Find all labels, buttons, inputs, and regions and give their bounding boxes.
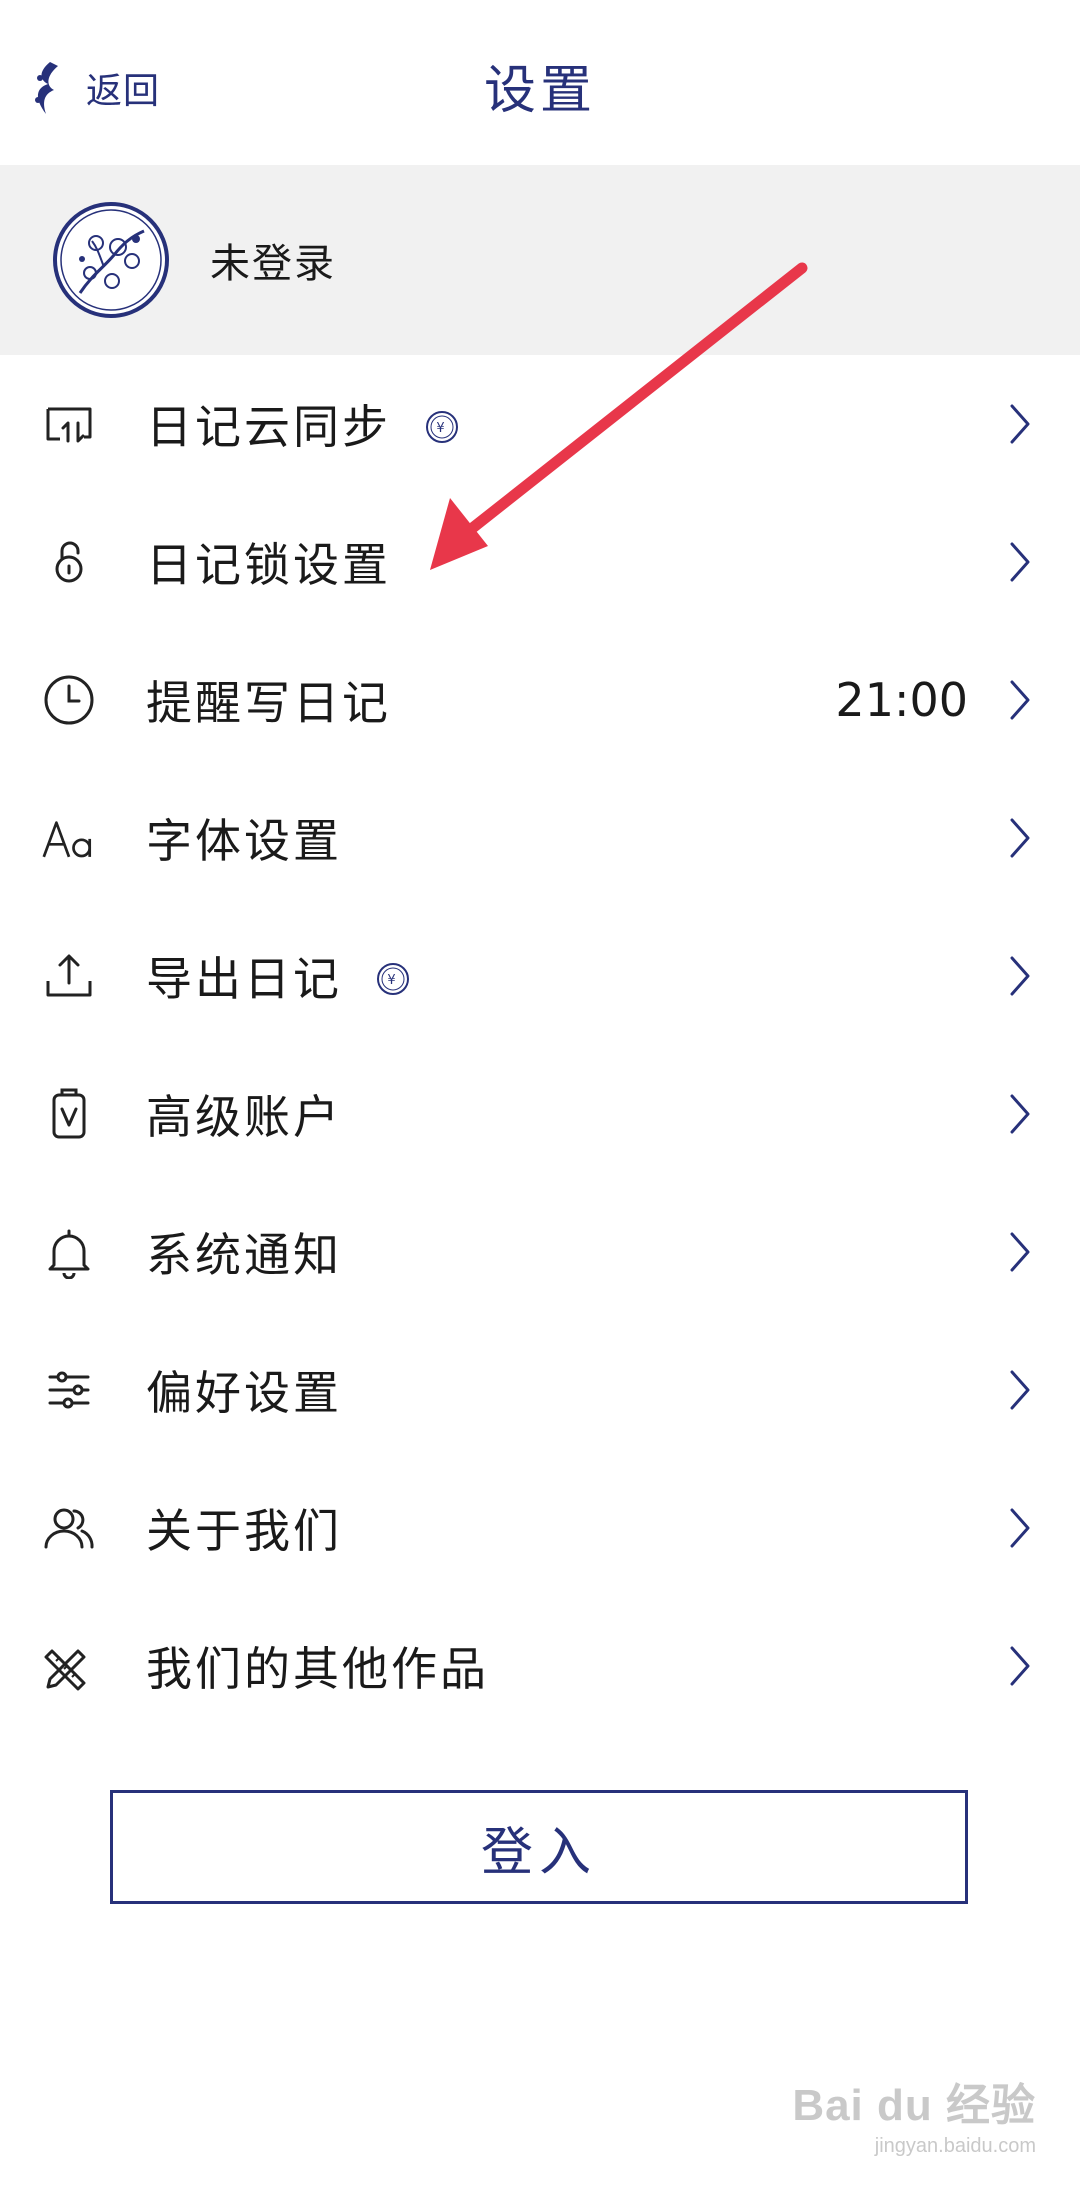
chevron-right-icon — [1010, 542, 1030, 582]
bell-icon — [42, 1225, 96, 1279]
account-status: 未登录 — [210, 241, 336, 287]
clock-icon — [42, 673, 96, 727]
avatar — [53, 202, 169, 318]
chevron-right-icon — [1010, 404, 1030, 444]
account-row[interactable]: 未登录 — [0, 165, 1080, 355]
export-icon — [42, 949, 96, 1003]
page-title: 设置 — [483, 61, 596, 121]
menu-item-preferences[interactable]: 偏好设置 — [0, 1321, 1080, 1459]
chevron-right-icon — [1010, 680, 1030, 720]
menu-item-cloud-sync[interactable]: 日记云同步 ¥ — [0, 355, 1080, 493]
watermark-url: jingyan.baidu.com — [874, 2135, 1036, 2157]
menu-item-reminder[interactable]: 提醒写日记 21:00 — [0, 631, 1080, 769]
watermark: Bai du 经验 jingyan.baidu.com — [792, 2069, 1036, 2158]
watermark-logo: Bai du 经验 — [792, 2081, 1036, 2130]
settings-list: 日记云同步 ¥ 日记锁设置 提醒写日记 21:00 字体设置 导出日记 ¥ 高级… — [0, 355, 1080, 1735]
pencil-ruler-icon — [42, 1639, 96, 1693]
menu-item-label: 提醒写日记 — [146, 676, 391, 730]
premium-symbol: ¥ — [387, 973, 398, 988]
premium-coin-icon: ¥ — [426, 410, 458, 443]
chevron-right-icon — [1010, 1508, 1030, 1548]
reminder-time: 21:00 — [835, 673, 968, 727]
premium-badge-icon — [42, 1087, 96, 1141]
lock-icon — [42, 535, 96, 589]
menu-item-label: 高级账户 — [146, 1090, 342, 1144]
chevron-right-icon — [1010, 1646, 1030, 1686]
font-icon — [42, 811, 96, 865]
menu-item-about[interactable]: 关于我们 — [0, 1459, 1080, 1597]
menu-item-notifications[interactable]: 系统通知 — [0, 1183, 1080, 1321]
menu-item-label: 关于我们 — [146, 1504, 342, 1558]
chevron-right-icon — [1010, 818, 1030, 858]
menu-item-label: 我们的其他作品 — [146, 1642, 489, 1696]
login-button[interactable]: 登入 — [110, 1790, 968, 1904]
menu-item-label: 字体设置 — [146, 814, 342, 868]
menu-item-premium-account[interactable]: 高级账户 — [0, 1045, 1080, 1183]
cloud-sync-icon — [42, 397, 96, 451]
menu-item-label: 日记锁设置 — [146, 538, 391, 592]
chevron-right-icon — [1010, 956, 1030, 996]
menu-item-label: 系统通知 — [146, 1228, 342, 1282]
menu-item-label: 偏好设置 — [146, 1366, 342, 1420]
sliders-icon — [42, 1363, 96, 1417]
chevron-right-icon — [1010, 1370, 1030, 1410]
premium-coin-icon: ¥ — [377, 962, 409, 995]
menu-item-diary-lock[interactable]: 日记锁设置 — [0, 493, 1080, 631]
people-icon — [42, 1501, 96, 1555]
menu-item-other-apps[interactable]: 我们的其他作品 — [0, 1597, 1080, 1735]
chevron-right-icon — [1010, 1232, 1030, 1272]
chevron-right-icon — [1010, 1094, 1030, 1134]
premium-symbol: ¥ — [436, 421, 447, 436]
menu-item-font[interactable]: 字体设置 — [0, 769, 1080, 907]
menu-item-label: 日记云同步 — [146, 400, 391, 454]
menu-item-export[interactable]: 导出日记 ¥ — [0, 907, 1080, 1045]
menu-item-label: 导出日记 — [146, 952, 342, 1006]
header-bar: 返回 设置 — [0, 0, 1080, 165]
